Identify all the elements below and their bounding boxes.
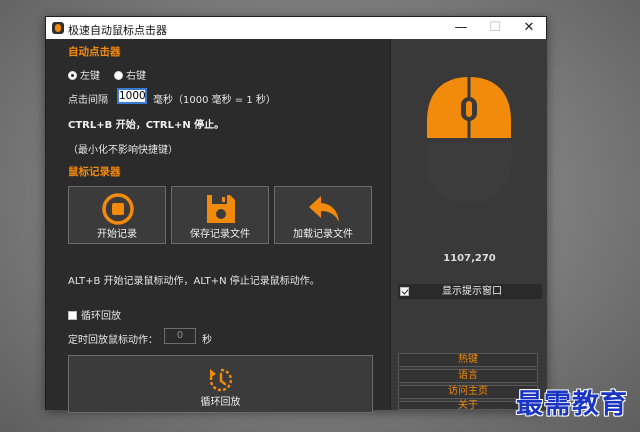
language-link[interactable]: 语言	[398, 369, 538, 383]
right-key-label: 右键	[126, 71, 146, 82]
timed-playback-label: 定时回放鼠标动作：	[68, 335, 158, 346]
interval-unit-note: 毫秒（1000 毫秒 = 1 秒）	[153, 95, 276, 106]
minimize-note: （最小化不影响快捷键）	[68, 145, 178, 156]
recorder-title: 鼠标记录器	[68, 166, 121, 178]
close-button[interactable]: ✕	[512, 17, 546, 39]
window-title: 极速自动鼠标点击器	[68, 24, 167, 37]
main-panel: 自动点击器 左键 右键 点击间隔 1000 毫秒（1000 毫秒 = 1 秒） …	[46, 39, 390, 413]
checkbox-checked-icon	[400, 287, 409, 296]
radio-selected-icon	[68, 71, 77, 80]
watermark-text: 最需教育	[516, 389, 628, 420]
clicker-hotkey-hint: CTRL+B 开始，CTRL+N 停止。	[68, 120, 225, 131]
save-record-label: 保存记录文件	[190, 229, 250, 240]
interval-input[interactable]: 1000	[117, 88, 147, 104]
mouse-graphic-icon	[427, 77, 511, 203]
show-tip-checkbox[interactable]: 显示提示窗口	[398, 284, 542, 299]
title-bar[interactable]: 极速自动鼠标点击器 — ☐ ✕	[46, 17, 546, 39]
start-record-label: 开始记录	[97, 229, 137, 240]
timed-playback-input[interactable]: 0	[164, 328, 196, 344]
interval-label: 点击间隔	[68, 95, 108, 106]
left-key-radio[interactable]: 左键	[68, 67, 100, 82]
start-record-button[interactable]: 开始记录	[68, 186, 166, 244]
hotkeys-link[interactable]: 热键	[398, 353, 538, 367]
save-record-button[interactable]: 保存记录文件	[171, 186, 269, 244]
auto-clicker-title: 自动点击器	[68, 46, 121, 58]
undo-arrow-icon	[309, 196, 339, 222]
status-sidebar: 1107,270 显示提示窗口 热键 语言 访问主页 关于	[390, 39, 547, 411]
load-record-button[interactable]: 加载记录文件	[274, 186, 372, 244]
maximize-button[interactable]: ☐	[478, 17, 512, 39]
recorder-hotkey-hint: ALT+B 开始记录鼠标动作，ALT+N 停止记录鼠标动作。	[68, 276, 320, 287]
loop-playback-button[interactable]: 循环回放	[68, 355, 373, 413]
show-tip-label: 显示提示窗口	[442, 286, 502, 297]
timed-playback-unit: 秒	[202, 335, 212, 346]
right-key-radio[interactable]: 右键	[114, 67, 146, 82]
minimize-button[interactable]: —	[444, 17, 478, 39]
mouse-app-icon	[52, 22, 64, 34]
loop-playback-checkbox[interactable]: 循环回放	[68, 307, 121, 322]
app-window: 极速自动鼠标点击器 — ☐ ✕ 自动点击器 左键 右键 点击间隔 1000 毫秒…	[45, 16, 547, 413]
loop-button-label: 循环回放	[200, 397, 241, 408]
replay-icon	[209, 368, 233, 392]
record-icon	[102, 193, 134, 225]
radio-unselected-icon	[114, 71, 123, 80]
cursor-coordinates: 1107,270	[443, 253, 496, 264]
save-icon	[207, 195, 235, 223]
left-key-label: 左键	[80, 71, 100, 82]
loop-playback-label: 循环回放	[81, 311, 121, 322]
load-record-label: 加载记录文件	[293, 229, 353, 240]
checkbox-unchecked-icon	[68, 311, 77, 320]
